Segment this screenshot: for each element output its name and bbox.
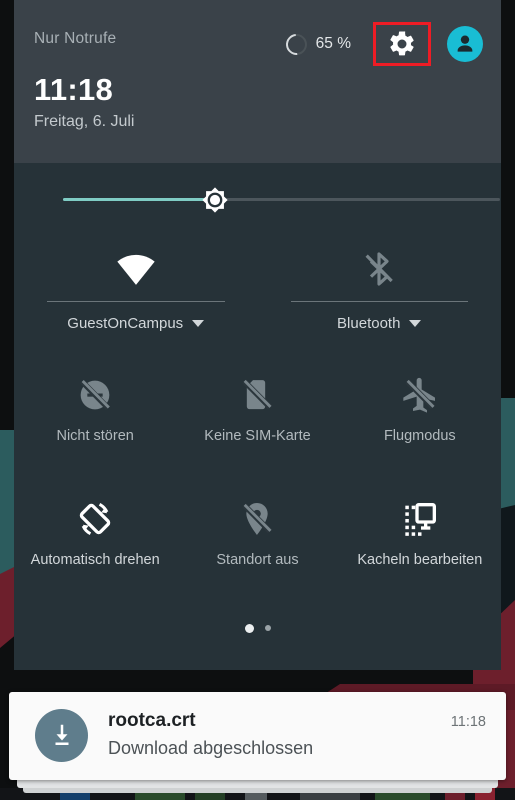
date-label: Freitag, 6. Juli	[34, 113, 135, 130]
tile-row: Automatisch drehen Standort aus Kacheln …	[14, 484, 501, 608]
user-avatar[interactable]	[447, 26, 483, 62]
tile-row: Nicht stören Keine SIM-Karte Flugmodus	[14, 360, 501, 484]
brightness-thumb[interactable]	[194, 179, 236, 221]
page-indicator[interactable]	[14, 608, 501, 648]
tile-airplane-mode[interactable]: Flugmodus	[339, 360, 501, 484]
brightness-track[interactable]	[63, 198, 500, 201]
page-dot-active[interactable]	[244, 623, 254, 633]
tile-divider	[47, 301, 225, 302]
chevron-down-icon[interactable]	[409, 320, 422, 327]
quick-settings-panel: Nur Notrufe 65 % 11:18 Freitag, 6. Juli	[14, 0, 501, 670]
location-off-icon	[176, 494, 338, 544]
user-avatar-icon	[457, 35, 473, 52]
bluetooth-off-icon	[258, 243, 502, 295]
carrier-label: Nur Notrufe	[34, 30, 117, 47]
tile-location-off-label: Standort aus	[216, 552, 299, 568]
status-bar-right: 65 %	[281, 22, 487, 66]
gear-icon	[390, 31, 414, 56]
wifi-icon	[14, 243, 258, 295]
notification-card[interactable]: rootca.crt Download abgeschlossen 11:18	[9, 692, 506, 780]
battery-ring-icon	[281, 29, 311, 59]
tile-no-sim-card[interactable]: Keine SIM-Karte	[176, 360, 338, 484]
connectivity-row: GuestOnCampus Bluetooth	[14, 235, 501, 360]
tile-no-sim-card-label: Keine SIM-Karte	[204, 428, 311, 444]
do-not-disturb-off-icon	[14, 370, 176, 420]
tile-do-not-disturb[interactable]: Nicht stören	[14, 360, 176, 484]
tile-wifi-label: GuestOnCampus	[67, 315, 184, 332]
tile-airplane-mode-label: Flugmodus	[383, 428, 456, 444]
airplane-mode-icon	[339, 370, 501, 420]
chevron-down-icon[interactable]	[192, 320, 205, 327]
tile-bluetooth[interactable]: Bluetooth	[258, 235, 502, 360]
settings-button[interactable]	[373, 22, 431, 66]
tile-wifi-label-row[interactable]: GuestOnCampus	[14, 315, 258, 332]
notification-time: 11:18	[450, 714, 486, 730]
edit-tiles-icon	[339, 494, 501, 544]
battery-percent-label: 65 %	[315, 35, 351, 52]
tile-auto-rotate[interactable]: Automatisch drehen	[14, 484, 176, 608]
tile-location-off[interactable]: Standort aus	[176, 484, 338, 608]
tile-bluetooth-label-row[interactable]: Bluetooth	[258, 315, 502, 332]
tile-auto-rotate-label: Automatisch drehen	[30, 552, 160, 568]
brightness-fill	[63, 198, 213, 201]
tile-edit-tiles-label: Kacheln bearbeiten	[357, 552, 483, 568]
page-dot-inactive[interactable]	[264, 625, 271, 631]
download-icon	[35, 709, 88, 762]
tile-wifi[interactable]: GuestOnCampus	[14, 235, 258, 360]
notification-subtitle: Download abgeschlossen	[108, 738, 314, 758]
brightness-slider[interactable]	[14, 163, 501, 235]
notification-stack: rootca.crt Download abgeschlossen 11:18	[9, 692, 506, 793]
tile-bluetooth-label: Bluetooth	[337, 315, 401, 332]
clock-label: 11:18	[34, 72, 114, 107]
tile-divider	[290, 301, 468, 302]
notification-stack-layer	[23, 788, 492, 793]
quick-settings-header: Nur Notrufe 65 % 11:18 Freitag, 6. Juli	[14, 0, 501, 163]
brightness-sun-icon	[202, 187, 228, 213]
notification-title: rootca.crt	[108, 710, 196, 731]
tile-do-not-disturb-label: Nicht stören	[56, 428, 134, 444]
auto-rotate-icon	[14, 494, 176, 544]
no-sim-card-icon	[176, 370, 338, 420]
tile-edit-tiles[interactable]: Kacheln bearbeiten	[339, 484, 501, 608]
notification-stack-layer	[17, 780, 498, 788]
